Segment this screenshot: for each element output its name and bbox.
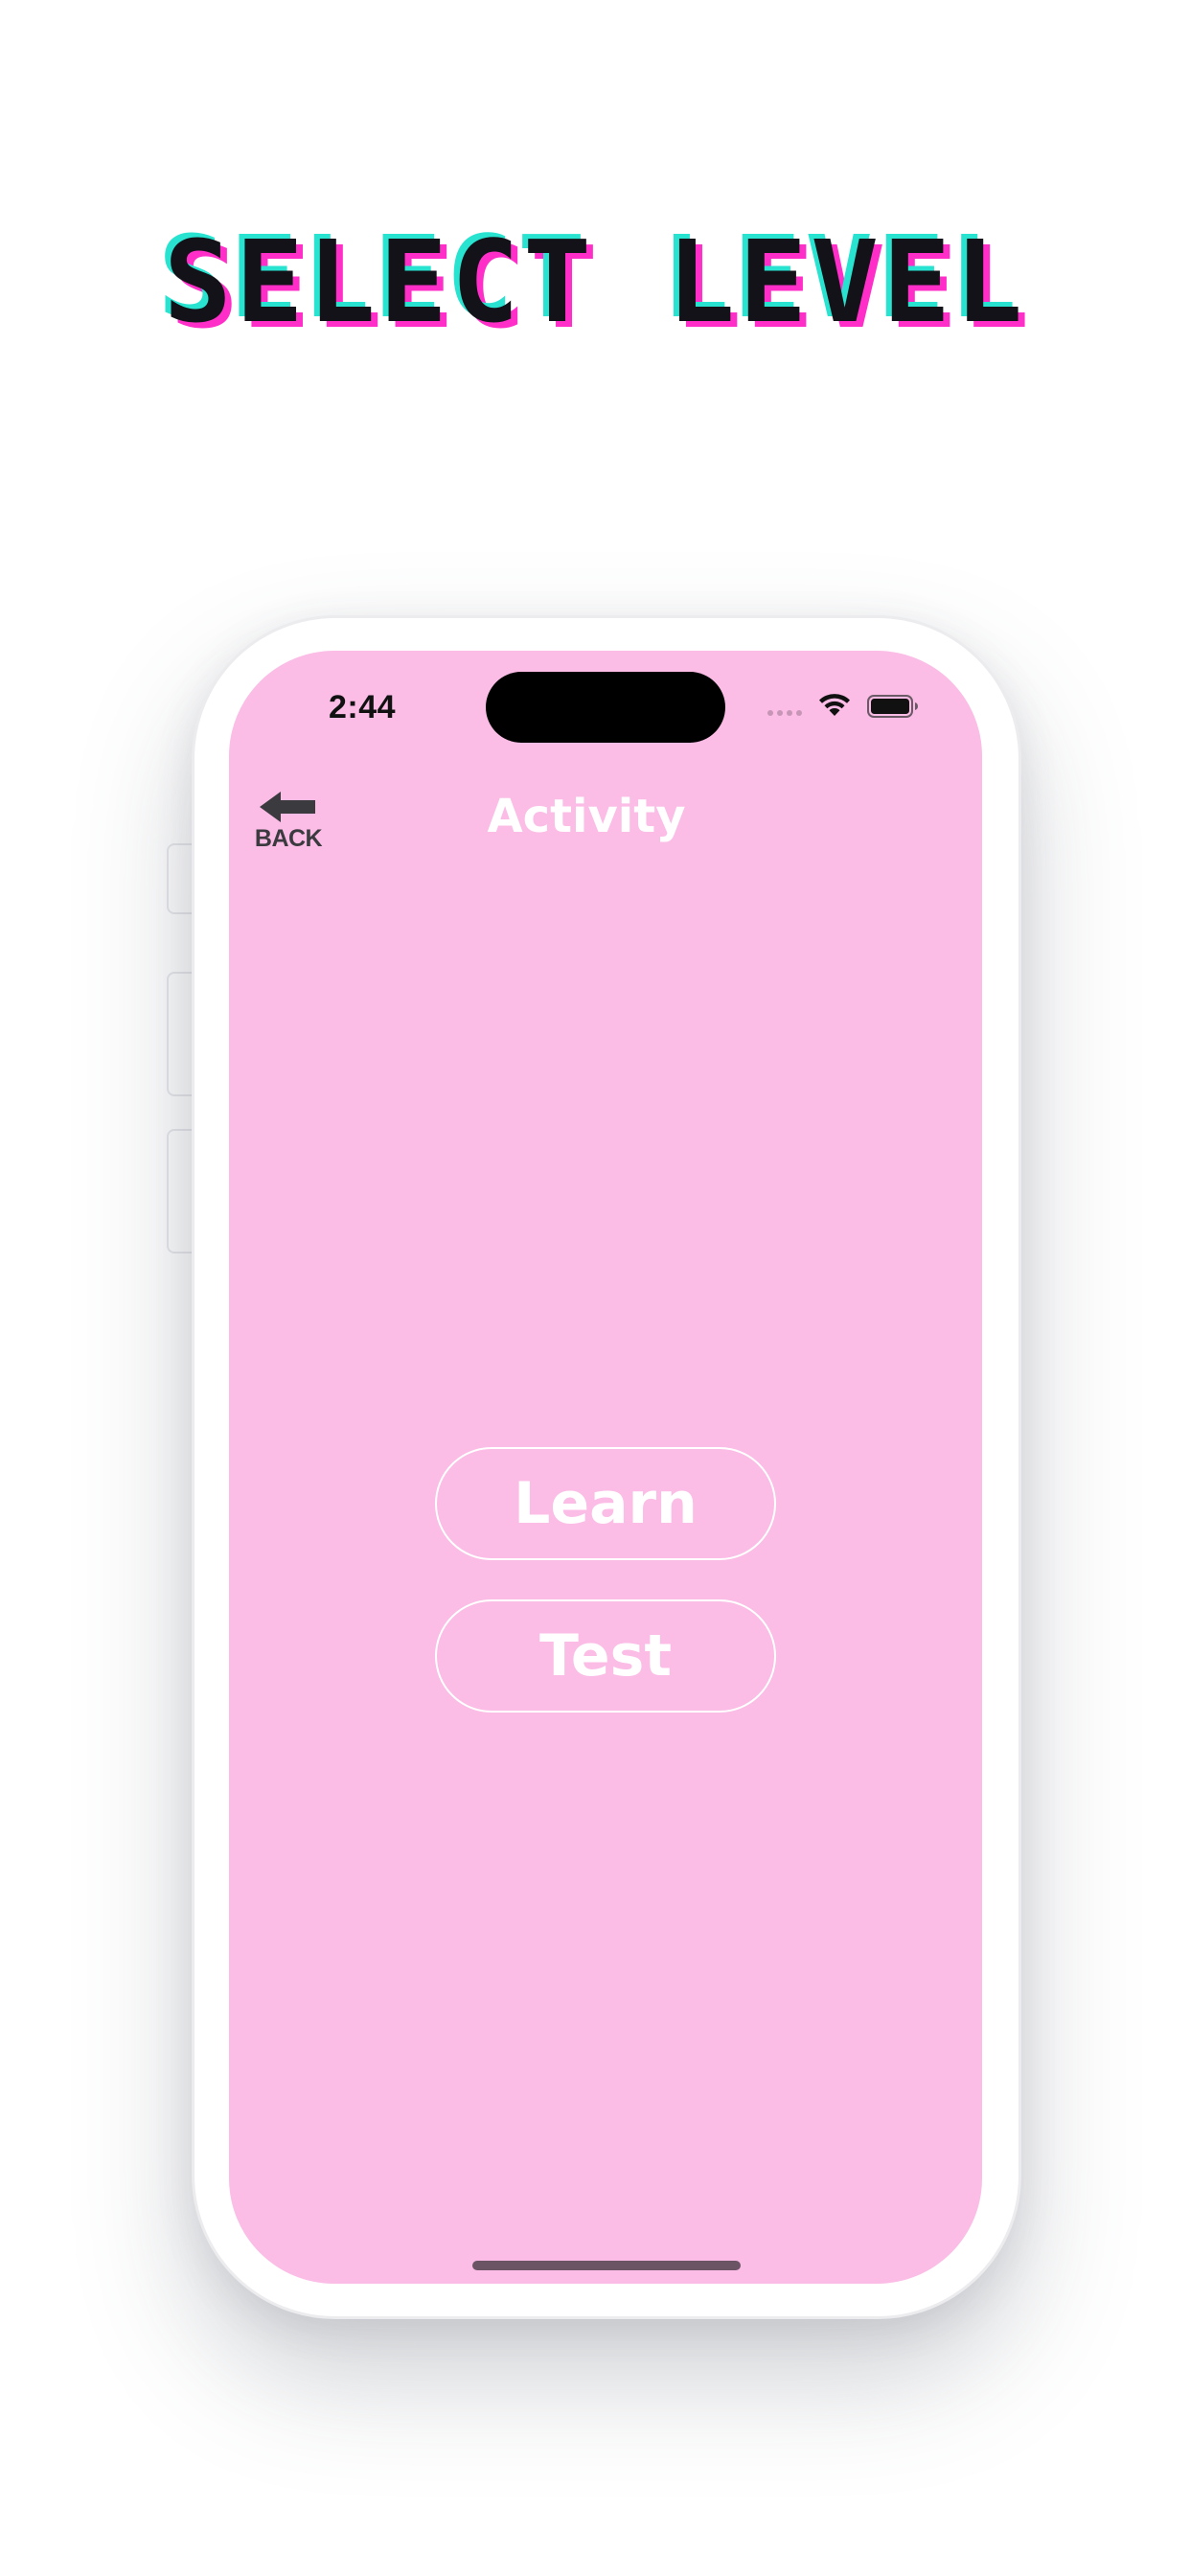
- phone-volume-up-button: [167, 972, 192, 1096]
- home-indicator[interactable]: [472, 2261, 741, 2270]
- test-button[interactable]: Test: [435, 1599, 776, 1713]
- select-level-headline: SELECT LEVEL: [163, 216, 1027, 348]
- status-time: 2:44: [329, 689, 397, 725]
- cellular-signal-icon: [767, 710, 802, 716]
- phone-volume-down-button: [167, 1129, 192, 1254]
- app-screen: 2:44 BACK Activity Learn Test: [229, 651, 982, 2284]
- page-title: Activity: [487, 790, 686, 843]
- wifi-icon: [819, 694, 850, 716]
- phone-silent-switch: [167, 843, 192, 914]
- battery-icon: [867, 695, 918, 718]
- dynamic-island: [486, 672, 725, 743]
- learn-button[interactable]: Learn: [435, 1447, 776, 1560]
